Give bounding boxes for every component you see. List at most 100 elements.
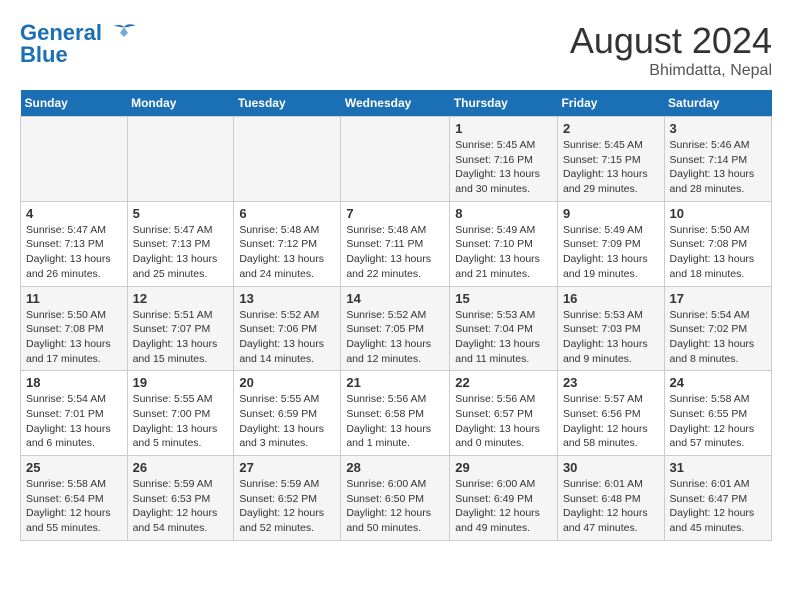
calendar-cell: 26 Sunrise: 5:59 AMSunset: 6:53 PMDayligh… bbox=[127, 456, 234, 541]
day-number: 19 bbox=[133, 375, 229, 390]
calendar-cell: 16Sunrise: 5:53 AMSunset: 7:03 PMDayligh… bbox=[557, 286, 664, 371]
day-info: Sunrise: 5:50 AMSunset: 7:08 PMDaylight:… bbox=[26, 308, 122, 367]
day-number: 22 bbox=[455, 375, 552, 390]
column-header-wednesday: Wednesday bbox=[341, 90, 450, 117]
calendar-cell: 19 Sunrise: 5:55 AMSunset: 7:00 PMDayligh… bbox=[127, 371, 234, 456]
day-number: 14 bbox=[346, 291, 444, 306]
day-number: 13 bbox=[239, 291, 335, 306]
day-info: Sunrise: 5:52 AMSunset: 7:05 PMDaylight:… bbox=[346, 308, 444, 367]
day-number: 25 bbox=[26, 460, 122, 475]
day-info: Sunrise: 6:00 AMSunset: 6:49 PMDaylight:… bbox=[455, 477, 552, 536]
page-header: General Blue August 2024 Bhimdatta, Nepa… bbox=[20, 20, 772, 80]
calendar-week-row: 18 Sunrise: 5:54 AMSunset: 7:01 PMDayligh… bbox=[21, 371, 772, 456]
day-number: 3 bbox=[670, 121, 766, 136]
day-info: Sunrise: 5:48 AMSunset: 7:11 PMDaylight:… bbox=[346, 223, 444, 282]
column-header-tuesday: Tuesday bbox=[234, 90, 341, 117]
day-number: 8 bbox=[455, 206, 552, 221]
day-info: Sunrise: 5:56 AMSunset: 6:57 PMDaylight:… bbox=[455, 392, 552, 451]
day-info: Sunrise: 5:55 AMSunset: 7:00 PMDaylight:… bbox=[133, 392, 229, 451]
calendar-cell: 12 Sunrise: 5:51 AMSunset: 7:07 PMDayligh… bbox=[127, 286, 234, 371]
day-info: Sunrise: 6:00 AMSunset: 6:50 PMDaylight:… bbox=[346, 477, 444, 536]
day-info: Sunrise: 5:53 AMSunset: 7:03 PMDaylight:… bbox=[563, 308, 659, 367]
column-header-monday: Monday bbox=[127, 90, 234, 117]
calendar-week-row: 1 Sunrise: 5:45 AMSunset: 7:16 PMDaylight… bbox=[21, 117, 772, 202]
day-number: 12 bbox=[133, 291, 229, 306]
day-info: Sunrise: 5:45 AMSunset: 7:16 PMDaylight:… bbox=[455, 138, 552, 197]
title-block: August 2024 Bhimdatta, Nepal bbox=[570, 20, 772, 80]
day-number: 11 bbox=[26, 291, 122, 306]
day-number: 1 bbox=[455, 121, 552, 136]
day-info: Sunrise: 5:57 AMSunset: 6:56 PMDaylight:… bbox=[563, 392, 659, 451]
page-subtitle: Bhimdatta, Nepal bbox=[570, 62, 772, 80]
calendar-header-row: SundayMondayTuesdayWednesdayThursdayFrid… bbox=[21, 90, 772, 117]
calendar-cell: 22 Sunrise: 5:56 AMSunset: 6:57 PMDayligh… bbox=[450, 371, 558, 456]
day-number: 15 bbox=[455, 291, 552, 306]
day-info: Sunrise: 6:01 AMSunset: 6:47 PMDaylight:… bbox=[670, 477, 766, 536]
day-info: Sunrise: 5:52 AMSunset: 7:06 PMDaylight:… bbox=[239, 308, 335, 367]
day-number: 28 bbox=[346, 460, 444, 475]
day-info: Sunrise: 5:49 AMSunset: 7:10 PMDaylight:… bbox=[455, 223, 552, 282]
calendar-cell: 13 Sunrise: 5:52 AMSunset: 7:06 PMDayligh… bbox=[234, 286, 341, 371]
day-info: Sunrise: 5:50 AMSunset: 7:08 PMDaylight:… bbox=[670, 223, 766, 282]
day-number: 9 bbox=[563, 206, 659, 221]
column-header-friday: Friday bbox=[557, 90, 664, 117]
day-info: Sunrise: 5:59 AMSunset: 6:53 PMDaylight:… bbox=[133, 477, 229, 536]
calendar-week-row: 25 Sunrise: 5:58 AMSunset: 6:54 PMDayligh… bbox=[21, 456, 772, 541]
day-number: 5 bbox=[133, 206, 229, 221]
calendar-cell: 18 Sunrise: 5:54 AMSunset: 7:01 PMDayligh… bbox=[21, 371, 128, 456]
logo-bottom: Blue bbox=[20, 42, 68, 68]
calendar-cell: 4 Sunrise: 5:47 AMSunset: 7:13 PMDaylight… bbox=[21, 201, 128, 286]
page-title: August 2024 bbox=[570, 20, 772, 62]
day-info: Sunrise: 5:54 AMSunset: 7:01 PMDaylight:… bbox=[26, 392, 122, 451]
calendar-cell: 2Sunrise: 5:45 AMSunset: 7:15 PMDaylight… bbox=[557, 117, 664, 202]
day-number: 23 bbox=[563, 375, 659, 390]
calendar-cell: 7 Sunrise: 5:48 AMSunset: 7:11 PMDaylight… bbox=[341, 201, 450, 286]
column-header-sunday: Sunday bbox=[21, 90, 128, 117]
day-number: 21 bbox=[346, 375, 444, 390]
day-number: 26 bbox=[133, 460, 229, 475]
calendar-cell: 29 Sunrise: 6:00 AMSunset: 6:49 PMDayligh… bbox=[450, 456, 558, 541]
calendar-cell: 3 Sunrise: 5:46 AMSunset: 7:14 PMDaylight… bbox=[664, 117, 771, 202]
day-info: Sunrise: 5:51 AMSunset: 7:07 PMDaylight:… bbox=[133, 308, 229, 367]
column-header-saturday: Saturday bbox=[664, 90, 771, 117]
calendar-cell bbox=[21, 117, 128, 202]
day-number: 17 bbox=[670, 291, 766, 306]
calendar-cell: 10 Sunrise: 5:50 AMSunset: 7:08 PMDayligh… bbox=[664, 201, 771, 286]
day-info: Sunrise: 5:53 AMSunset: 7:04 PMDaylight:… bbox=[455, 308, 552, 367]
day-number: 7 bbox=[346, 206, 444, 221]
calendar-cell: 1 Sunrise: 5:45 AMSunset: 7:16 PMDaylight… bbox=[450, 117, 558, 202]
day-number: 18 bbox=[26, 375, 122, 390]
day-info: Sunrise: 5:46 AMSunset: 7:14 PMDaylight:… bbox=[670, 138, 766, 197]
day-info: Sunrise: 5:47 AMSunset: 7:13 PMDaylight:… bbox=[26, 223, 122, 282]
calendar-cell: 9Sunrise: 5:49 AMSunset: 7:09 PMDaylight… bbox=[557, 201, 664, 286]
day-number: 10 bbox=[670, 206, 766, 221]
calendar-cell: 30Sunrise: 6:01 AMSunset: 6:48 PMDayligh… bbox=[557, 456, 664, 541]
calendar-cell: 31 Sunrise: 6:01 AMSunset: 6:47 PMDayligh… bbox=[664, 456, 771, 541]
calendar-cell: 20Sunrise: 5:55 AMSunset: 6:59 PMDayligh… bbox=[234, 371, 341, 456]
calendar-cell: 24Sunrise: 5:58 AMSunset: 6:55 PMDayligh… bbox=[664, 371, 771, 456]
calendar-cell bbox=[127, 117, 234, 202]
calendar-cell: 15 Sunrise: 5:53 AMSunset: 7:04 PMDayligh… bbox=[450, 286, 558, 371]
day-number: 2 bbox=[563, 121, 659, 136]
calendar-cell bbox=[341, 117, 450, 202]
day-number: 31 bbox=[670, 460, 766, 475]
calendar-cell bbox=[234, 117, 341, 202]
day-info: Sunrise: 5:58 AMSunset: 6:54 PMDaylight:… bbox=[26, 477, 122, 536]
calendar-cell: 11 Sunrise: 5:50 AMSunset: 7:08 PMDayligh… bbox=[21, 286, 128, 371]
calendar-cell: 17Sunrise: 5:54 AMSunset: 7:02 PMDayligh… bbox=[664, 286, 771, 371]
column-header-thursday: Thursday bbox=[450, 90, 558, 117]
day-number: 24 bbox=[670, 375, 766, 390]
day-info: Sunrise: 5:59 AMSunset: 6:52 PMDaylight:… bbox=[239, 477, 335, 536]
logo: General Blue bbox=[20, 20, 138, 68]
calendar-table: SundayMondayTuesdayWednesdayThursdayFrid… bbox=[20, 90, 772, 541]
calendar-cell: 21Sunrise: 5:56 AMSunset: 6:58 PMDayligh… bbox=[341, 371, 450, 456]
calendar-week-row: 4 Sunrise: 5:47 AMSunset: 7:13 PMDaylight… bbox=[21, 201, 772, 286]
day-info: Sunrise: 6:01 AMSunset: 6:48 PMDaylight:… bbox=[563, 477, 659, 536]
calendar-cell: 8 Sunrise: 5:49 AMSunset: 7:10 PMDaylight… bbox=[450, 201, 558, 286]
day-number: 29 bbox=[455, 460, 552, 475]
calendar-cell: 5Sunrise: 5:47 AMSunset: 7:13 PMDaylight… bbox=[127, 201, 234, 286]
day-number: 27 bbox=[239, 460, 335, 475]
calendar-cell: 14 Sunrise: 5:52 AMSunset: 7:05 PMDayligh… bbox=[341, 286, 450, 371]
day-info: Sunrise: 5:48 AMSunset: 7:12 PMDaylight:… bbox=[239, 223, 335, 282]
day-number: 4 bbox=[26, 206, 122, 221]
